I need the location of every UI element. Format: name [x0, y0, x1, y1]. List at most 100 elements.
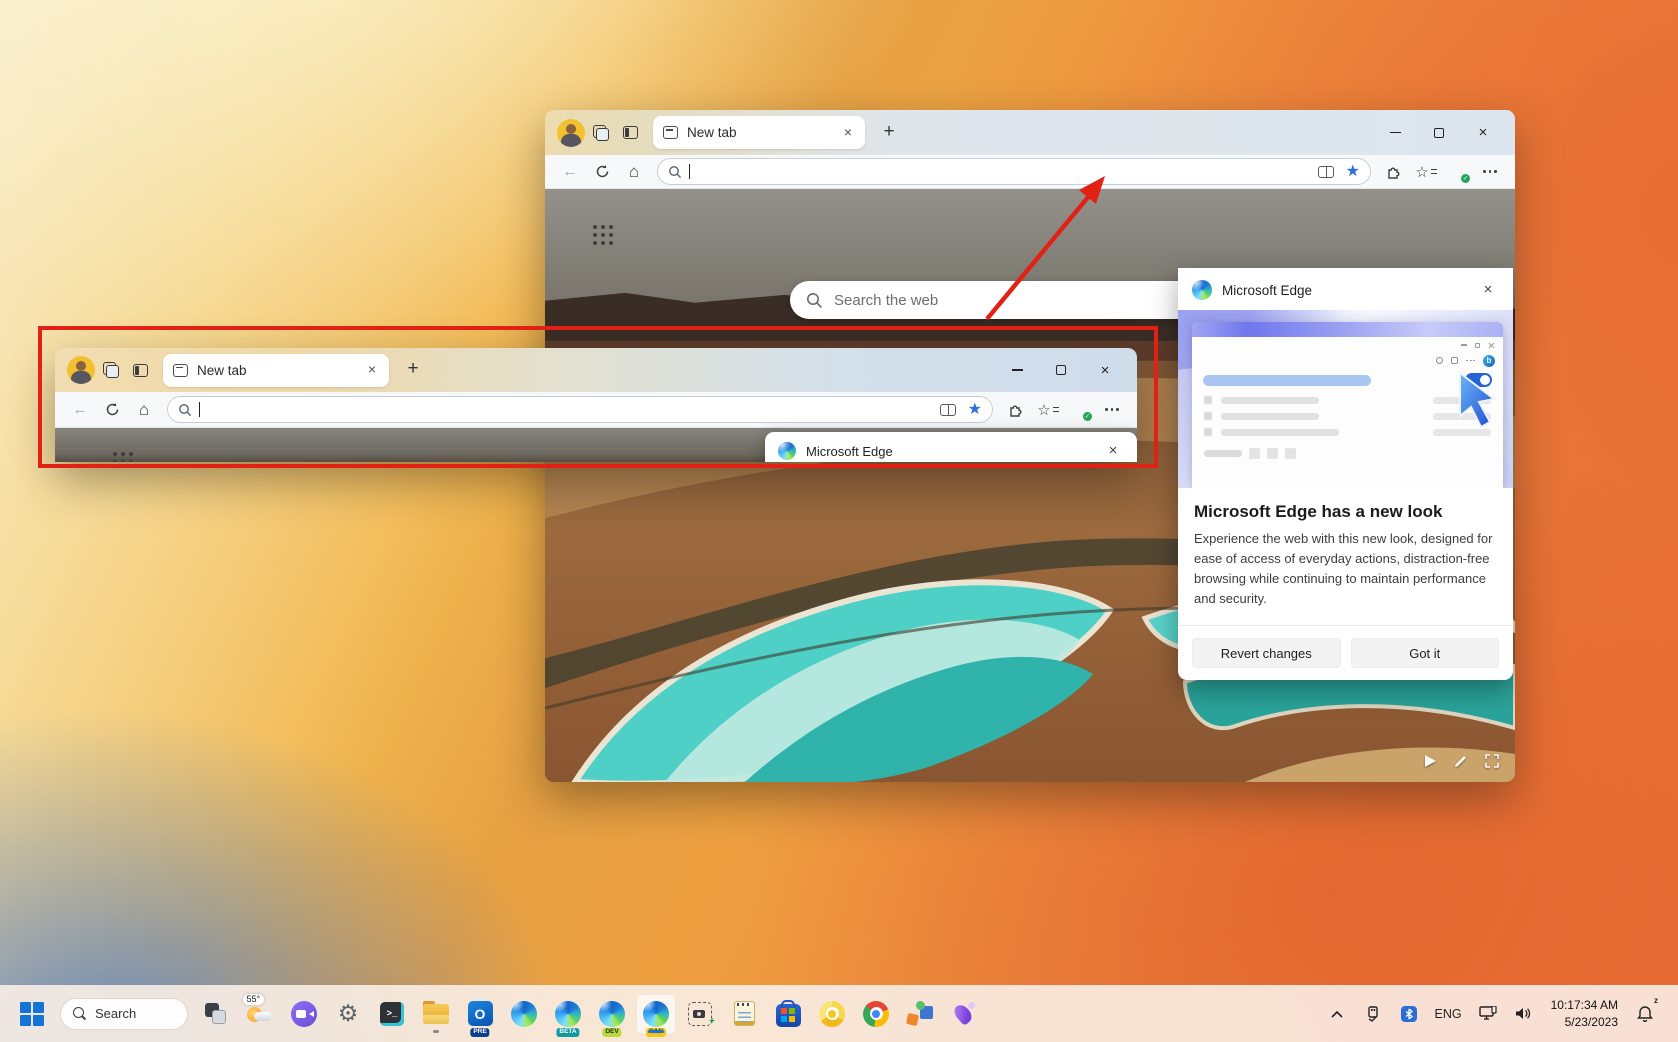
- settings-more-icon[interactable]: [1475, 159, 1505, 185]
- outlook-icon: O: [468, 1001, 493, 1026]
- app-launcher-icon[interactable]: [593, 225, 614, 246]
- taskbar-outlook-app[interactable]: O PRE: [460, 994, 500, 1034]
- tray-usb-icon[interactable]: [1358, 994, 1388, 1034]
- home-icon[interactable]: ⌂: [129, 397, 159, 423]
- home-icon[interactable]: ⌂: [619, 159, 649, 185]
- taskbar-edge-app[interactable]: [504, 994, 544, 1034]
- favorite-star-icon[interactable]: ★: [968, 402, 982, 418]
- browser-essentials-icon[interactable]: ✓: [1065, 397, 1095, 423]
- chrome-canary-icon: [819, 1001, 845, 1027]
- settings-more-icon[interactable]: [1097, 397, 1127, 423]
- tray-network-icon[interactable]: [1473, 994, 1503, 1034]
- taskbar-file-explorer-app[interactable]: [416, 994, 456, 1034]
- window-controls: ×: [995, 348, 1127, 392]
- back-icon[interactable]: ←: [555, 159, 585, 185]
- favorite-star-icon[interactable]: ★: [1346, 164, 1360, 180]
- tab-new-tab[interactable]: New tab ×: [653, 116, 865, 149]
- refresh-icon[interactable]: [587, 159, 617, 185]
- close-button[interactable]: ×: [1083, 348, 1127, 392]
- tray-bluetooth-icon[interactable]: [1394, 994, 1424, 1034]
- maximize-button[interactable]: [1417, 110, 1461, 155]
- minimize-button[interactable]: [1373, 110, 1417, 155]
- flyout-close-icon[interactable]: ×: [1477, 279, 1499, 301]
- paint-brush-icon: [951, 1001, 977, 1027]
- windows-logo-icon: [20, 1002, 44, 1026]
- collections-icon[interactable]: ☆: [1033, 397, 1063, 423]
- display-cast-icon: [1479, 1006, 1497, 1021]
- tab-new-tab[interactable]: New tab ×: [163, 354, 389, 387]
- tray-language[interactable]: ENG: [1430, 1007, 1467, 1021]
- weather-temp: 55°: [243, 994, 264, 1005]
- revert-changes-button[interactable]: Revert changes: [1192, 638, 1341, 668]
- fore-toolbar: ← ⌂ ★ ☆ ✓: [55, 392, 1137, 428]
- back-icon[interactable]: ←: [65, 397, 95, 423]
- edge-logo-icon: [1192, 280, 1212, 300]
- fullscreen-icon[interactable]: [1485, 754, 1499, 768]
- taskbar-notepad-app[interactable]: [724, 994, 764, 1034]
- flyout-close-icon[interactable]: ×: [1102, 440, 1124, 462]
- taskbar-edge-dev-app[interactable]: DEV: [592, 994, 632, 1034]
- tab-actions-icon[interactable]: [125, 355, 155, 385]
- mini-window-controls: [1192, 337, 1503, 353]
- tab-actions-icon[interactable]: [615, 118, 645, 148]
- flyout-footer: Revert changes Got it: [1178, 625, 1513, 680]
- got-it-button[interactable]: Got it: [1351, 638, 1500, 668]
- maximize-button[interactable]: [1039, 348, 1083, 392]
- taskbar-snipping-tool-app[interactable]: +: [680, 994, 720, 1034]
- tray-notifications[interactable]: z: [1630, 994, 1660, 1034]
- split-screen-icon[interactable]: [940, 404, 956, 416]
- address-search-icon: [668, 165, 682, 179]
- widgets-weather-button[interactable]: 55°: [240, 994, 280, 1034]
- refresh-icon[interactable]: [97, 397, 127, 423]
- extensions-icon[interactable]: [1379, 159, 1409, 185]
- play-icon[interactable]: [1424, 754, 1437, 768]
- profile-avatar[interactable]: [67, 356, 95, 384]
- collections-icon[interactable]: ☆: [1411, 159, 1441, 185]
- taskbar-chrome-app[interactable]: [856, 994, 896, 1034]
- flyout-body-text: Experience the web with this new look, d…: [1178, 522, 1513, 610]
- close-button[interactable]: ×: [1461, 110, 1505, 155]
- workspaces-icon[interactable]: [585, 118, 615, 148]
- tray-volume-icon[interactable]: [1509, 994, 1539, 1034]
- flyout-title: Microsoft Edge: [1222, 283, 1312, 298]
- taskbar-chat-app[interactable]: [284, 994, 324, 1034]
- browser-essentials-icon[interactable]: ✓: [1443, 159, 1473, 185]
- text-caret: [689, 164, 690, 179]
- address-bar[interactable]: ★: [657, 158, 1371, 185]
- app-launcher-icon[interactable]: [113, 452, 134, 462]
- new-tab-button[interactable]: +: [875, 119, 903, 147]
- text-caret: [199, 402, 200, 417]
- tab-label: New tab: [197, 363, 363, 378]
- tab-close-icon[interactable]: ×: [363, 361, 381, 379]
- tab-close-icon[interactable]: ×: [839, 124, 857, 142]
- taskbar-blocks-app[interactable]: [900, 994, 940, 1034]
- taskbar-terminal-app[interactable]: >_: [372, 994, 412, 1034]
- start-button[interactable]: [12, 994, 52, 1034]
- taskbar-store-app[interactable]: [768, 994, 808, 1034]
- workspaces-icon[interactable]: [95, 355, 125, 385]
- split-screen-icon[interactable]: [1318, 166, 1334, 178]
- tab-favicon-icon: [173, 364, 188, 377]
- main-toolbar: ← ⌂ ★ ☆ ✓: [545, 155, 1515, 189]
- snipping-tool-icon: +: [688, 1002, 712, 1026]
- main-titlebar: New tab × + ×: [545, 110, 1515, 155]
- flyout-illustration: b: [1178, 310, 1513, 488]
- extensions-icon[interactable]: [1001, 397, 1031, 423]
- taskbar-search[interactable]: Search: [60, 998, 188, 1030]
- task-view-button[interactable]: [196, 994, 236, 1034]
- tray-overflow-chevron[interactable]: [1322, 994, 1352, 1034]
- mini-toolbar-icons: b: [1192, 353, 1503, 368]
- taskbar-edge-canary-app[interactable]: CAN: [636, 994, 676, 1034]
- taskbar-paint-app[interactable]: [944, 994, 984, 1034]
- gear-icon: ⚙: [338, 1002, 359, 1025]
- edge-beta-icon: [555, 1001, 581, 1027]
- taskbar-settings-app[interactable]: ⚙: [328, 994, 368, 1034]
- new-tab-button[interactable]: +: [399, 356, 427, 384]
- edit-pen-icon[interactable]: [1454, 754, 1468, 768]
- taskbar-edge-beta-app[interactable]: BETA: [548, 994, 588, 1034]
- profile-avatar[interactable]: [557, 119, 585, 147]
- address-bar[interactable]: ★: [167, 396, 993, 423]
- taskbar-chrome-canary-app[interactable]: [812, 994, 852, 1034]
- minimize-button[interactable]: [995, 348, 1039, 392]
- tray-clock[interactable]: 10:17:34 AM 5/23/2023: [1545, 997, 1624, 1029]
